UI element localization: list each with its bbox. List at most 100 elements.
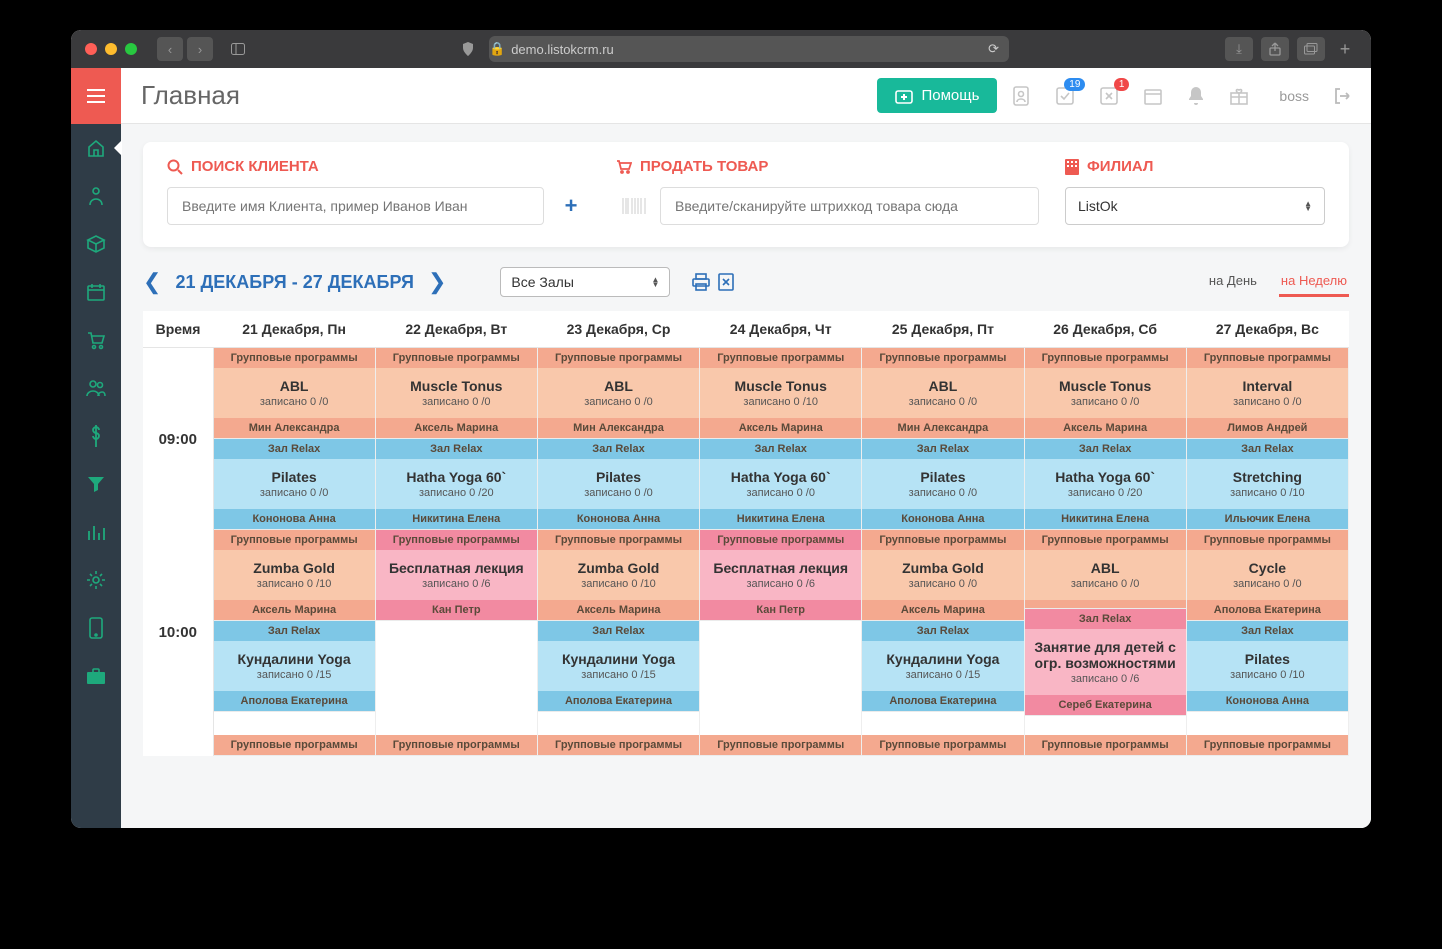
schedule-block[interactable]: Групповые программы	[1025, 735, 1186, 756]
time-cell: 09:00	[143, 348, 213, 531]
schedule-block[interactable]: Групповые программыMuscle Tonusзаписано …	[700, 348, 861, 439]
nav-staff[interactable]	[71, 364, 121, 412]
schedule-block[interactable]: Групповые программыABLзаписано 0 /0	[1025, 530, 1186, 609]
schedule-block[interactable]: Групповые программыMuscle Tonusзаписано …	[1025, 348, 1186, 439]
hall-select[interactable]: Все Залы ▲▼	[500, 267, 670, 297]
schedule-block[interactable]: Групповые программыIntervalзаписано 0 /0…	[1187, 348, 1348, 439]
block-room: Групповые программы	[862, 348, 1023, 368]
schedule-block[interactable]: Зал RelaxStretchingзаписано 0 /10Ильючик…	[1187, 439, 1348, 530]
block-sub: записано 0 /0	[542, 487, 695, 499]
schedule-block[interactable]: Групповые программыБесплатная лекциязапи…	[700, 530, 861, 621]
username[interactable]: boss	[1279, 88, 1309, 104]
back-button[interactable]: ‹	[157, 37, 183, 61]
schedule-block[interactable]: Групповые программы	[376, 735, 537, 756]
block-room: Групповые программы	[1187, 348, 1348, 368]
schedule-block[interactable]: Зал RelaxPilatesзаписано 0 /10Кононова А…	[1187, 621, 1348, 712]
block-sub: записано 0 /0	[866, 396, 1019, 408]
view-day-tab[interactable]: на День	[1207, 267, 1259, 297]
nav-briefcase[interactable]	[71, 652, 121, 700]
nav-reports[interactable]	[71, 508, 121, 556]
share-icon[interactable]	[1261, 37, 1289, 61]
reload-icon[interactable]: ⟳	[988, 41, 999, 57]
block-title: ABL	[542, 378, 695, 394]
schedule-block[interactable]: Зал RelaxКундалини Yogaзаписано 0 /15Апо…	[538, 621, 699, 712]
schedule-block[interactable]: Зал RelaxPilatesзаписано 0 /0Кононова Ан…	[862, 439, 1023, 530]
block-sub: записано 0 /0	[1029, 578, 1182, 590]
block-trainer: Лимов Андрей	[1187, 418, 1348, 438]
schedule-block[interactable]: Групповые программыZumba Goldзаписано 0 …	[538, 530, 699, 621]
schedule-block[interactable]: Групповые программы	[700, 735, 861, 756]
block-trainer: Аполова Екатерина	[538, 691, 699, 711]
nav-cart[interactable]	[71, 316, 121, 364]
menu-toggle-button[interactable]	[71, 68, 121, 124]
block-room: Групповые программы	[538, 348, 699, 368]
bell-icon[interactable]	[1187, 86, 1205, 106]
nav-home[interactable]	[71, 124, 121, 172]
branch-label: ФИЛИАЛ	[1065, 158, 1325, 175]
block-title: Pilates	[542, 469, 695, 485]
schedule-block[interactable]: Групповые программы	[538, 735, 699, 756]
branch-select[interactable]: ListOk ▲▼	[1065, 187, 1325, 225]
logout-icon[interactable]	[1333, 87, 1351, 105]
task-cancel-icon[interactable]: 1	[1099, 86, 1119, 106]
schedule-block[interactable]: Групповые программы	[862, 735, 1023, 756]
print-icon[interactable]	[692, 273, 710, 291]
downloads-icon[interactable]: ⤓	[1225, 37, 1253, 61]
schedule-block[interactable]: Зал RelaxКундалини Yogaзаписано 0 /15Апо…	[214, 621, 375, 712]
block-room: Зал Relax	[1187, 621, 1348, 641]
help-button[interactable]: Помощь	[877, 78, 997, 113]
schedule-block[interactable]: Групповые программыABLзаписано 0 /0Мин А…	[538, 348, 699, 439]
schedule-block[interactable]: Групповые программыMuscle Tonusзаписано …	[376, 348, 537, 439]
nav-products[interactable]	[71, 220, 121, 268]
client-search-input[interactable]	[167, 187, 544, 225]
block-title: Hatha Yoga 60`	[1029, 469, 1182, 485]
close-window-icon[interactable]	[85, 43, 97, 55]
block-sub: записано 0 /0	[1029, 396, 1182, 408]
next-week-button[interactable]: ❯	[428, 269, 446, 295]
nav-settings[interactable]	[71, 556, 121, 604]
new-tab-button[interactable]: +	[1333, 37, 1357, 61]
schedule-block[interactable]: Групповые программыZumba Goldзаписано 0 …	[862, 530, 1023, 621]
schedule-block[interactable]: Групповые программыCycleзаписано 0 /0Апо…	[1187, 530, 1348, 621]
schedule-block[interactable]: Групповые программыZumba Goldзаписано 0 …	[214, 530, 375, 621]
shield-icon[interactable]	[461, 42, 489, 56]
schedule-block[interactable]: Групповые программы	[1187, 735, 1348, 756]
schedule-block[interactable]: Групповые программыABLзаписано 0 /0Мин А…	[214, 348, 375, 439]
badge-19: 19	[1064, 78, 1085, 91]
barcode-input[interactable]	[660, 187, 1039, 225]
block-room: Зал Relax	[214, 439, 375, 459]
maximize-window-icon[interactable]	[125, 43, 137, 55]
schedule-block[interactable]: Зал RelaxHatha Yoga 60`записано 0 /20Ник…	[1025, 439, 1186, 530]
schedule-block[interactable]: Зал RelaxКундалини Yogaзаписано 0 /15Апо…	[862, 621, 1023, 712]
add-client-button[interactable]: +	[552, 187, 590, 225]
schedule-block[interactable]: Групповые программыABLзаписано 0 /0Мин А…	[862, 348, 1023, 439]
nav-finance[interactable]	[71, 412, 121, 460]
forward-button[interactable]: ›	[187, 37, 213, 61]
prev-week-button[interactable]: ❮	[143, 269, 161, 295]
tabs-icon[interactable]	[1297, 37, 1325, 61]
address-bar[interactable]: 🔒 demo.listokcrm.ru ⟳	[489, 36, 1009, 62]
calendar-top-icon[interactable]	[1143, 86, 1163, 106]
id-card-icon[interactable]	[1011, 85, 1031, 107]
view-week-tab[interactable]: на Неделю	[1279, 267, 1349, 297]
schedule-block[interactable]: Зал RelaxPilatesзаписано 0 /0Кононова Ан…	[538, 439, 699, 530]
minimize-window-icon[interactable]	[105, 43, 117, 55]
schedule-block[interactable]: Групповые программыБесплатная лекциязапи…	[376, 530, 537, 621]
nav-filter[interactable]	[71, 460, 121, 508]
export-excel-icon[interactable]	[718, 273, 734, 291]
schedule-block[interactable]: Зал RelaxHatha Yoga 60`записано 0 /20Ник…	[376, 439, 537, 530]
sidebar-toggle-icon[interactable]	[231, 43, 245, 55]
client-search-label: ПОИСК КЛИЕНТА	[167, 158, 590, 175]
schedule-block[interactable]: Групповые программы	[214, 735, 375, 756]
nav-clients[interactable]	[71, 172, 121, 220]
block-trainer	[1025, 600, 1186, 608]
nav-mobile[interactable]	[71, 604, 121, 652]
schedule-block[interactable]: Зал RelaxЗанятие для детей с огр. возмож…	[1025, 609, 1186, 716]
schedule-block[interactable]: Зал RelaxPilatesзаписано 0 /0Кононова Ан…	[214, 439, 375, 530]
schedule-block[interactable]: Зал RelaxHatha Yoga 60`записано 0 /0Ники…	[700, 439, 861, 530]
side-rail	[71, 68, 121, 828]
gift-icon[interactable]	[1229, 86, 1249, 106]
block-sub: записано 0 /0	[1191, 578, 1344, 590]
nav-calendar[interactable]	[71, 268, 121, 316]
task-check-icon[interactable]: 19	[1055, 86, 1075, 106]
